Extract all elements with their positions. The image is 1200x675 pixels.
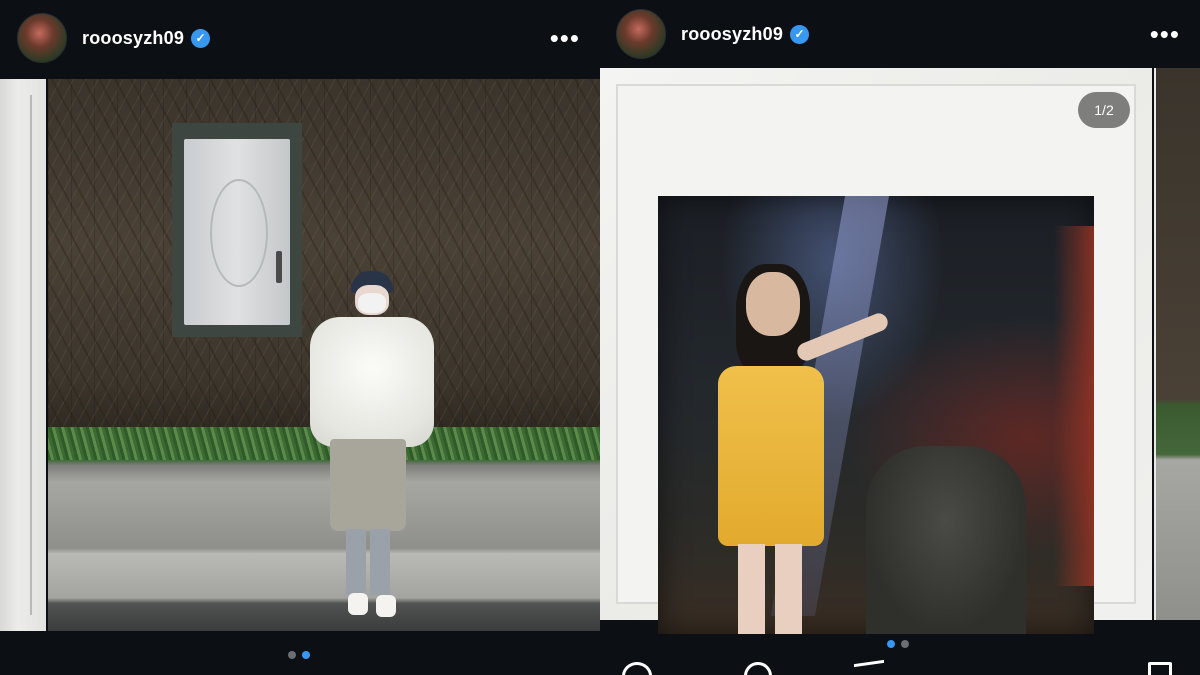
previous-photo-peek bbox=[0, 79, 46, 631]
yellow-dress bbox=[718, 366, 824, 546]
face-mask bbox=[358, 293, 386, 313]
door bbox=[184, 139, 290, 325]
username[interactable]: rooosyzh09 bbox=[681, 24, 783, 45]
verified-badge-icon: ✓ bbox=[790, 24, 810, 44]
shoe-right bbox=[376, 595, 396, 617]
post-header: rooosyzh09 ✓ ••• bbox=[600, 0, 1200, 68]
heart-icon[interactable] bbox=[622, 662, 652, 675]
carousel-counter: 1/2 bbox=[1078, 92, 1130, 128]
carousel-indicator bbox=[288, 651, 310, 659]
post-header: rooosyzh09 ✓ ••• bbox=[0, 0, 600, 76]
legs bbox=[346, 529, 390, 595]
person-figure bbox=[310, 271, 434, 617]
door-handle bbox=[276, 251, 282, 283]
more-options-button[interactable]: ••• bbox=[1150, 21, 1180, 47]
post-right: rooosyzh09 ✓ ••• 1/2 bbox=[600, 0, 1200, 675]
door-panel bbox=[210, 179, 268, 287]
polaroid-frame[interactable] bbox=[600, 68, 1152, 634]
action-row bbox=[600, 659, 1200, 675]
fur-coat bbox=[310, 317, 434, 447]
skirt bbox=[330, 439, 406, 531]
carousel-dot bbox=[901, 640, 909, 648]
avatar[interactable] bbox=[616, 9, 666, 59]
dark-pillar bbox=[866, 446, 1026, 634]
verified-badge-icon: ✓ bbox=[191, 28, 211, 48]
door-frame bbox=[172, 123, 302, 337]
carousel-dot-active bbox=[887, 640, 895, 648]
carousel-dot-active bbox=[302, 651, 310, 659]
post-left: rooosyzh09 ✓ ••• bbox=[0, 0, 600, 675]
more-options-button[interactable]: ••• bbox=[550, 25, 580, 51]
carousel-dot bbox=[288, 651, 296, 659]
carousel-indicator bbox=[887, 640, 909, 648]
shoe-left bbox=[348, 593, 368, 615]
username[interactable]: rooosyzh09 bbox=[82, 28, 184, 49]
share-icon[interactable] bbox=[854, 659, 884, 675]
bookmark-icon[interactable] bbox=[1148, 662, 1172, 675]
red-light-leak bbox=[1054, 226, 1094, 586]
avatar[interactable] bbox=[17, 13, 67, 63]
post-photo[interactable] bbox=[658, 196, 1094, 634]
girl-head bbox=[746, 272, 800, 336]
girl-legs bbox=[738, 544, 802, 634]
post-photo[interactable] bbox=[48, 79, 600, 631]
comment-icon[interactable] bbox=[744, 662, 772, 675]
next-photo-peek bbox=[1154, 68, 1200, 620]
